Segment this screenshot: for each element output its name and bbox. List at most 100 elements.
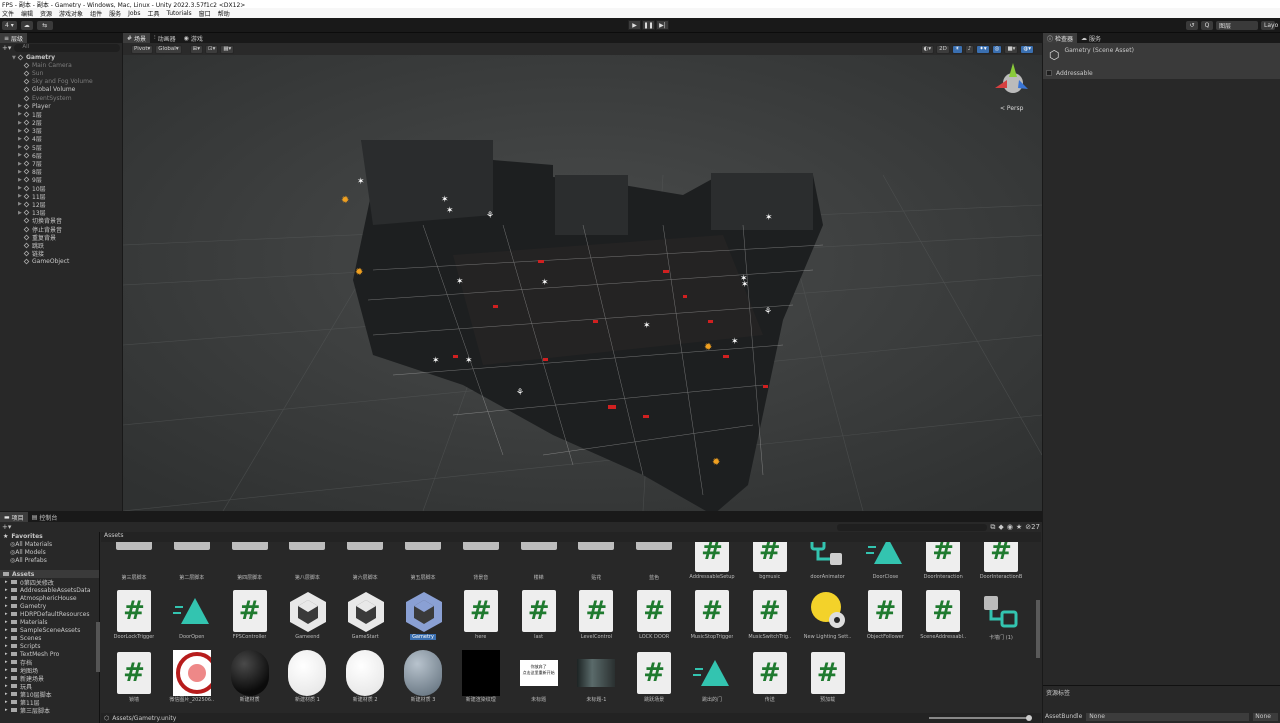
folder-tree-item[interactable]: ▸ Gametry [0,602,100,610]
folder-tree-item[interactable]: ▸ Scenes [0,634,100,642]
asset-item[interactable]: # 传送 [742,652,798,712]
asset-item[interactable]: 新建材质 [222,650,278,712]
folder-tree-item[interactable]: ▸ 0第四关修改 [0,578,100,587]
folder-tree-item[interactable]: ▸ SampleSceneAssets [0,626,100,634]
gizmos-dropdown[interactable]: ◍▾ [1020,44,1034,54]
asset-item[interactable]: 第二层脚本 [164,542,220,592]
folder-tree-item[interactable]: ▸ TextMesh Pro [0,650,100,658]
asset-item[interactable]: # 预加载 [800,652,856,712]
effects-dropdown[interactable]: ✦▾ [976,44,990,54]
asset-item[interactable]: # DoorInteraction [915,542,971,592]
asset-item[interactable]: # MusicSwitchTrig.. [742,590,798,652]
asset-item[interactable]: 微信图片_202506.. [164,650,220,712]
filter-label-icon[interactable]: ◆ [998,523,1003,531]
search-icon[interactable]: Q [1201,21,1213,30]
tab-services[interactable]: ☁ 服务 [1077,33,1105,43]
expand-arrow-icon[interactable]: ▶ [18,136,24,142]
scene-viewport[interactable]: ✶✶✶ ⚘✶ ✶ ✶✶✶ ✶✶✶ ✶⚘⚘ ✹✹✹✹ [123,55,1042,511]
hierarchy-search-input[interactable]: All [14,44,120,52]
folder-tree-item[interactable]: ▸ 第10层脚本 [0,690,100,699]
asset-item[interactable]: # FPSController [222,590,278,652]
asset-item[interactable]: 蓝色 [626,542,682,592]
asset-item[interactable]: # 锁墙 [106,652,162,712]
menu-item-5[interactable]: 服务 [109,9,121,18]
asset-item[interactable]: Gameend [279,590,335,652]
asset-item[interactable]: 第六层脚本 [337,542,393,592]
menu-item-8[interactable]: Tutorials [166,10,191,17]
asset-item[interactable]: # here [453,590,509,652]
asset-item[interactable]: # ObjectFollower [857,590,913,652]
asset-item[interactable]: # DoorLockTrigger [106,590,162,652]
hierarchy-item[interactable]: 链接 [18,250,122,258]
tab-project[interactable]: ▬ 项目 [0,512,28,522]
project-search-input[interactable] [837,523,988,531]
hierarchy-item[interactable]: Sun [18,69,122,77]
addressable-checkbox[interactable] [1046,70,1052,76]
layers-dropdown[interactable]: 图层 [1216,21,1258,30]
grid-snap[interactable]: ▦▾ [220,44,235,54]
asset-item[interactable]: # AddressableSetup [684,542,740,592]
history-icon[interactable]: ↺ [1186,21,1198,30]
add-icon[interactable]: +▾ [2,523,11,531]
hierarchy-item[interactable]: Main Camera [18,61,122,69]
menu-item-6[interactable]: Jobs [128,10,140,17]
asset-item[interactable]: 新建材质 3 [395,650,451,712]
asset-item[interactable]: Gametry [395,590,451,652]
asset-item[interactable]: 新建材质 2 [337,650,393,712]
asset-item[interactable]: # MusicStopTrigger [684,590,740,652]
perspective-label[interactable]: < Persp [1000,105,1023,112]
folder-tree-item[interactable]: ▸ Materials [0,618,100,626]
assetbundle-dropdown[interactable]: None [1086,712,1250,721]
icon-size-slider[interactable] [929,715,1032,721]
asset-item[interactable]: 未标题-1 [568,652,624,712]
filter-type-icon[interactable]: ⧉ [990,523,995,532]
hierarchy-item[interactable]: GameObject [18,258,122,266]
favorite-item[interactable]: ◎ All Models [0,548,100,556]
menu-item-9[interactable]: 窗口 [199,9,211,18]
asset-item[interactable]: DoorClose [857,542,913,592]
pivot-dropdown[interactable]: Pivot ▾ [131,44,154,54]
draw-mode-dropdown[interactable]: ◐▾ [920,44,935,54]
eye-icon[interactable]: ◉ [1007,523,1013,531]
asset-item[interactable]: 背景音 [453,542,509,592]
asset-item[interactable]: 新建材质 1 [279,650,335,712]
folder-tree-item[interactable]: ▸ AtmosphericHouse [0,594,100,602]
tab-game[interactable]: ◉ 游戏 [180,33,207,43]
tree-scrollbar[interactable] [96,622,100,672]
asset-item[interactable]: DoorOpen [164,590,220,652]
hierarchy-item[interactable]: EventSystem [18,94,122,102]
asset-item[interactable]: # last [511,590,567,652]
folder-tree-item[interactable]: ▸ 第三层脚本 [0,706,100,715]
hierarchy-item[interactable]: Sky and Fog Volume [18,78,122,86]
step-button[interactable]: ▶| [656,20,669,30]
star-icon[interactable]: ★ [1016,523,1022,531]
assetbundle-variant-dropdown[interactable]: None [1253,712,1278,721]
tab-scene[interactable]: # 场景 [123,33,151,43]
asset-item[interactable]: 贴花 [568,542,624,592]
folder-tree-item[interactable]: ▸ HDRPDefaultResources [0,610,100,618]
grid-scrollbar[interactable] [1036,600,1040,658]
folder-tree-item[interactable]: ▸ 地图场 [0,666,100,675]
tab-animator[interactable]: ⫶ 动画器 [150,33,180,43]
tab-console[interactable]: ▤ 控制台 [28,512,62,522]
asset-item[interactable]: 你放弃了 点击这里重新开始 未标题 [511,652,567,712]
asset-item[interactable]: doorAnimator [800,542,856,592]
asset-item[interactable]: # SceneAddressabl.. [915,590,971,652]
favorites-header[interactable]: ★ Favorites [0,532,100,540]
hierarchy-item[interactable]: Global Volume [18,86,122,94]
global-dropdown[interactable]: Global ▾ [155,44,182,54]
menu-item-4[interactable]: 组件 [90,9,102,18]
hidden-objects-toggle[interactable]: ◎ [991,44,1003,54]
folder-tree-item[interactable]: ▸ 新建场景 [0,674,100,683]
folder-tree-item[interactable]: ▸ AddressableAssetsData [0,586,100,594]
menu-item-3[interactable]: 游戏对象 [59,9,83,18]
asset-item[interactable]: # 跳跃场景 [626,652,682,712]
favorite-item[interactable]: ◎ All Materials [0,540,100,548]
layout-dropdown[interactable]: Layo [1261,21,1278,30]
menu-item-10[interactable]: 帮助 [218,9,230,18]
asset-item[interactable]: New Lighting Sett.. [800,590,856,652]
camera-settings-dropdown[interactable]: ■▾ [1004,44,1019,54]
menu-item-0[interactable]: 文件 [2,9,14,18]
asset-item[interactable]: # DoorInteractionB [973,542,1029,592]
pause-button[interactable]: ❚❚ [642,20,655,30]
